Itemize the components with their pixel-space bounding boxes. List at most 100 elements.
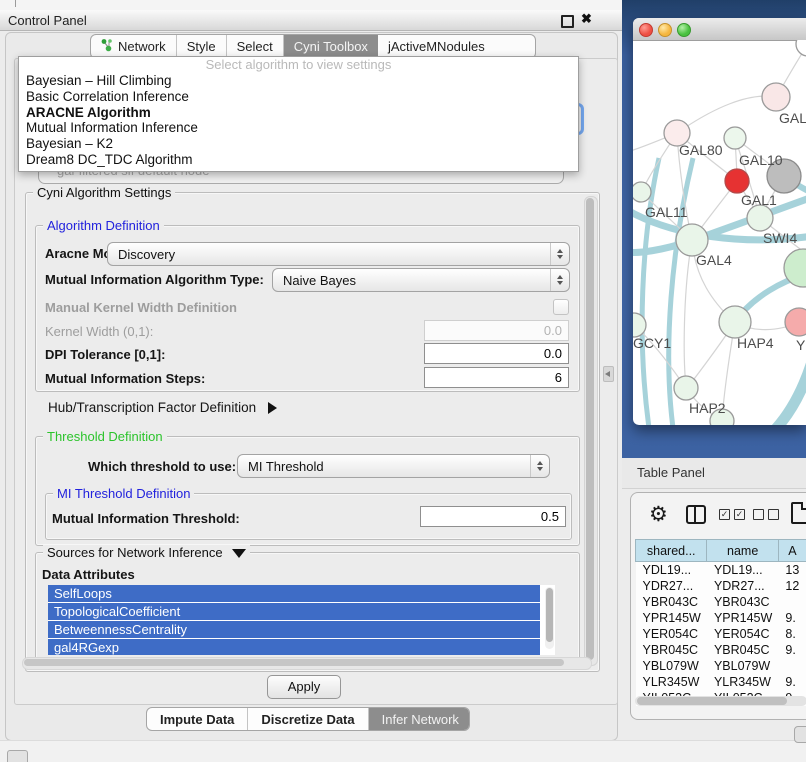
tab-network[interactable]: Network <box>91 35 177 58</box>
settings-vertical-scrollbar[interactable] <box>584 196 598 666</box>
network-node[interactable] <box>674 376 698 400</box>
tab-select[interactable]: Select <box>227 35 284 58</box>
expand-right-icon <box>268 402 277 414</box>
control-panel-title: Control Panel <box>8 13 87 28</box>
table-cell: YDL19... <box>707 562 778 579</box>
hub-definition-toggle[interactable]: Hub/Transcription Factor Definition <box>48 400 277 415</box>
table-panel-title: Table Panel <box>637 465 705 480</box>
mi-threshold-field[interactable] <box>420 506 566 527</box>
columns-icon[interactable] <box>686 505 706 524</box>
dpi-tolerance-label: DPI Tolerance [0,1]: <box>45 347 165 362</box>
close-icon[interactable]: ✖ <box>581 11 592 27</box>
node-table[interactable]: shared...nameA YDL19...YDL19...13YDR27..… <box>635 539 806 706</box>
group-title: Algorithm Definition <box>43 218 164 233</box>
attribute-item-selected[interactable]: SelfLoops <box>48 585 540 602</box>
network-node-label: Y <box>796 337 806 353</box>
network-window[interactable]: GALGAL80GAL10GAL1GAL11GAL4SWI4GCY1HAP4YH… <box>633 18 806 425</box>
network-node[interactable] <box>725 169 749 193</box>
network-node[interactable] <box>633 182 651 202</box>
table-cell: YBR045C <box>707 642 778 658</box>
corner-widget-icon[interactable] <box>7 750 28 762</box>
mac-close-icon[interactable] <box>639 23 653 37</box>
attribute-item-selected[interactable]: gal4RGexp <box>48 639 540 655</box>
aracne-mode-select[interactable]: Discovery <box>107 242 570 266</box>
mi-type-select[interactable]: Naive Bayes <box>272 268 570 292</box>
checkbox-unchecked-icon[interactable] <box>768 509 779 520</box>
column-header[interactable]: shared... <box>636 540 707 562</box>
table-row[interactable]: YDR27...YDR27...12 <box>636 578 806 594</box>
checkbox-checked-icon[interactable]: ✓ <box>734 509 745 520</box>
attribute-item-selected[interactable]: TopologicalCoefficient <box>48 603 540 620</box>
network-edge[interactable] <box>684 240 692 387</box>
network-node-label: GAL10 <box>739 152 783 168</box>
popup-item[interactable]: Mutual Information Inference <box>19 120 578 136</box>
kernel-width-field[interactable] <box>424 320 569 341</box>
table-cell: YLR345W <box>636 674 707 690</box>
network-node[interactable] <box>762 83 790 111</box>
gear-icon[interactable]: ⚙ <box>649 502 668 527</box>
attribute-item-selected[interactable]: BetweennessCentrality <box>48 621 540 638</box>
popup-item[interactable]: Dream8 DC_TDC Algorithm <box>19 152 578 168</box>
network-node-label: GAL80 <box>679 142 723 158</box>
group-title: MI Threshold Definition <box>53 486 194 501</box>
table-cell: YDL19... <box>636 562 707 579</box>
column-header[interactable]: name <box>707 540 778 562</box>
network-node[interactable] <box>785 308 806 336</box>
sources-title: Sources for Network Inference <box>47 545 223 560</box>
mi-steps-label: Mutual Information Steps: <box>45 371 205 386</box>
network-edge[interactable] <box>677 96 776 133</box>
sources-toggle[interactable]: Sources for Network Inference <box>43 545 250 560</box>
tab-discretize-data[interactable]: Discretize Data <box>248 708 368 730</box>
network-node[interactable] <box>747 205 773 231</box>
group-title: Threshold Definition <box>43 429 167 444</box>
table-row[interactable]: YPR145WYPR145W9. <box>636 610 806 626</box>
table-row[interactable]: YLR345WYLR345W9. <box>636 674 806 690</box>
table-row[interactable]: YBR045CYBR045C9. <box>636 642 806 658</box>
mac-zoom-icon[interactable] <box>677 23 691 37</box>
table-row[interactable]: YDL19...YDL19...13 <box>636 562 806 579</box>
network-window-titlebar[interactable] <box>633 18 806 41</box>
network-node[interactable] <box>719 306 751 338</box>
network-node-label: GAL <box>779 110 806 126</box>
tab-style[interactable]: Style <box>177 35 227 58</box>
table-horizontal-scrollbar[interactable] <box>635 696 806 706</box>
data-attributes-list[interactable]: SelfLoopsTopologicalCoefficientBetweenne… <box>48 585 555 655</box>
network-icon <box>101 38 113 55</box>
tab-jactivemnodules[interactable]: jActiveMNodules <box>378 35 495 58</box>
tab-infer-network[interactable]: Infer Network <box>369 708 470 730</box>
which-threshold-select[interactable]: MI Threshold <box>237 454 550 478</box>
mi-steps-field[interactable] <box>424 367 569 388</box>
tab-impute-data[interactable]: Impute Data <box>147 708 248 730</box>
manual-kernel-checkbox[interactable] <box>553 299 569 315</box>
checkbox-checked-icon[interactable]: ✓ <box>719 509 730 520</box>
tab-label: Network <box>118 39 166 54</box>
tab-cyni-toolbox[interactable]: Cyni Toolbox <box>284 35 378 58</box>
settings-horizontal-scrollbar[interactable] <box>22 657 592 670</box>
popup-item[interactable]: Basic Correlation Inference <box>19 89 578 105</box>
apply-button[interactable]: Apply <box>267 675 341 699</box>
popup-item[interactable]: Bayesian – Hill Climbing <box>19 73 578 89</box>
network-node[interactable] <box>796 40 806 56</box>
table-toolbar: ⚙ ✓ ✓ <box>631 501 806 533</box>
edge-widget-fragment <box>794 726 806 743</box>
popup-item[interactable]: ARACNE Algorithm <box>19 105 578 121</box>
table-row[interactable]: YER054CYER054C8. <box>636 626 806 642</box>
dpi-tolerance-field[interactable] <box>424 343 569 364</box>
document-icon[interactable] <box>791 502 806 524</box>
network-node[interactable] <box>724 127 746 149</box>
manual-kernel-label: Manual Kernel Width Definition <box>45 300 237 315</box>
table-row[interactable]: YBL079WYBL079W <box>636 658 806 674</box>
list-scrollbar[interactable] <box>545 587 554 649</box>
popup-item[interactable]: Bayesian – K2 <box>19 136 578 152</box>
table-row[interactable]: YBR043CYBR043C <box>636 594 806 610</box>
float-window-icon[interactable] <box>561 15 574 28</box>
network-canvas[interactable]: GALGAL80GAL10GAL1GAL11GAL4SWI4GCY1HAP4YH… <box>633 40 806 425</box>
panel-collapse-handle[interactable] <box>603 366 614 382</box>
column-header[interactable]: A <box>778 540 806 562</box>
desktop-area: GALGAL80GAL10GAL1GAL11GAL4SWI4GCY1HAP4YH… <box>622 0 806 458</box>
table-cell: YLR345W <box>707 674 778 690</box>
which-threshold-label: Which threshold to use: <box>88 459 236 474</box>
mac-minimize-icon[interactable] <box>658 23 672 37</box>
which-threshold-value: MI Threshold <box>238 459 530 474</box>
checkbox-unchecked-icon[interactable] <box>753 509 764 520</box>
